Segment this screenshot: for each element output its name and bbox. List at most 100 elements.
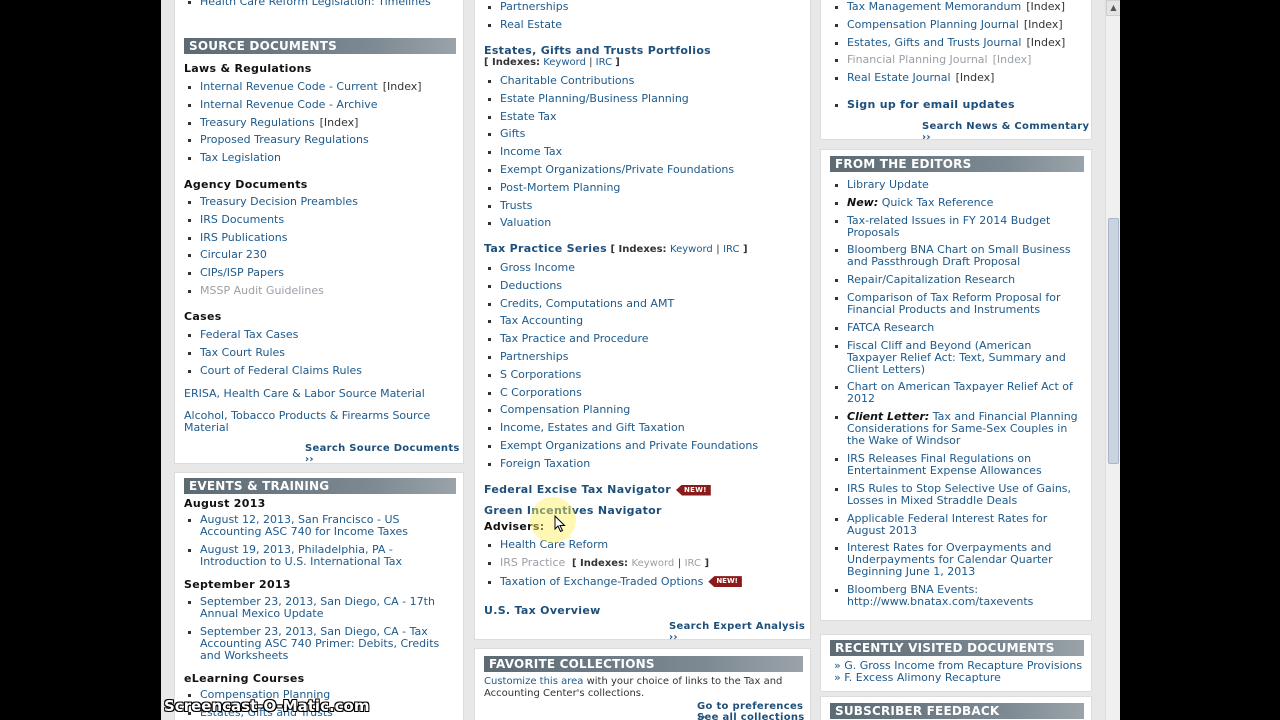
list-item-label[interactable]: Estates, Gifts and Trusts Journal [847,36,1021,49]
list-item-label[interactable]: Treasury Decision Preambles [200,195,358,208]
irs-practice-link[interactable]: IRS Practice [500,556,565,569]
list-item-label[interactable]: Exempt Organizations and Private Foundat… [500,439,758,452]
alcohol-link[interactable]: Alcohol, Tobacco Products & Firearms Sou… [184,410,444,434]
list-item-label[interactable]: Trusts [500,199,532,212]
see-all-collections-link[interactable]: See all collections ›› [697,712,810,720]
list-item-label[interactable]: August 19, 2013, Philadelphia, PA - Intr… [200,543,402,568]
editors-item-label[interactable]: IRS Rules to Stop Selective Use of Gains… [847,482,1071,507]
editors-item-label[interactable]: Fiscal Cliff and Beyond (American Taxpay… [847,339,1066,376]
list-item[interactable]: Exempt Organizations/Private Foundations [485,163,795,176]
us-tax-overview-link[interactable]: U.S. Tax Overview [484,604,601,617]
irc-index-link[interactable]: IRC [596,57,612,68]
editors-item[interactable]: Bloomberg BNA Events: http://www.bnatax.… [832,584,1082,608]
list-item[interactable]: Internal Revenue Code - Archive [185,98,460,111]
list-item[interactable]: Tax Legislation [185,152,460,164]
editors-item-label[interactable]: Interest Rates for Overpayments and Unde… [847,541,1053,578]
editors-item-label[interactable]: IRS Releases Final Regulations on Entert… [847,452,1042,477]
egt-portfolios-title[interactable]: Estates, Gifts and Trusts Portfolios [484,44,711,57]
list-item-label[interactable]: Court of Federal Claims Rules [200,364,362,377]
list-item-label[interactable]: CIPs/ISP Papers [200,266,284,279]
list-item[interactable]: Foreign Taxation [485,457,795,470]
index-link[interactable]: [Index] [383,80,422,93]
editors-item-label[interactable]: Repair/Capitalization Research [847,273,1015,286]
index-link[interactable]: [Index] [993,53,1032,66]
editors-item[interactable]: IRS Rules to Stop Selective Use of Gains… [832,482,1082,507]
index-link[interactable]: [Index] [1026,0,1065,13]
list-item[interactable]: C Corporations [485,386,795,399]
list-item-label[interactable]: Exempt Organizations/Private Foundations [500,163,734,176]
list-item-label[interactable]: Estate Tax [500,110,556,123]
list-item[interactable]: September 23, 2013, San Diego, CA - Tax … [185,625,447,662]
editors-item[interactable]: Library Update [832,179,1082,191]
list-item[interactable]: Partnerships [485,350,795,363]
list-item[interactable]: Internal Revenue Code - Current [Index] [185,81,460,93]
list-item-label[interactable]: Circular 230 [200,248,267,261]
signup-link[interactable]: Sign up for email updates [847,98,1015,111]
list-item-label[interactable]: September 23, 2013, San Diego, CA - 17th… [200,595,435,620]
keyword-index-link[interactable]: Keyword [670,244,713,255]
list-item[interactable]: Estates, Gifts and Trusts Journal [Index] [832,36,1092,49]
list-item[interactable]: Income, Estates and Gift Taxation [485,422,795,434]
list-item-label[interactable]: Valuation [500,216,551,229]
list-item-label[interactable]: Internal Revenue Code - Current [200,80,378,93]
list-item-label[interactable]: Foreign Taxation [500,457,590,470]
list-item[interactable]: Tax Practice and Procedure [485,333,795,345]
list-item-label[interactable]: Partnerships [500,0,568,13]
index-link[interactable]: [Index] [1026,36,1065,49]
list-item-label[interactable]: Deductions [500,279,562,292]
editors-item-label[interactable]: Quick Tax Reference [878,196,994,209]
irc-index-link[interactable]: IRC [685,558,701,569]
list-item[interactable]: Gifts [485,128,795,140]
list-item-label[interactable]: Federal Tax Cases [200,328,298,341]
list-item-label[interactable]: Gifts [500,127,525,140]
list-item[interactable]: Tax Accounting [485,315,795,327]
editors-item[interactable]: FATCA Research [832,321,1082,334]
list-item[interactable]: Valuation [485,217,795,229]
editors-item[interactable]: Interest Rates for Overpayments and Unde… [832,542,1082,578]
editors-item[interactable]: Chart on American Taxpayer Relief Act of… [832,381,1082,405]
list-item-label[interactable]: August 12, 2013, San Francisco - US Acco… [200,513,408,538]
list-item[interactable]: Real Estate Journal [Index] [832,72,1092,84]
erisa-link[interactable]: ERISA, Health Care & Labor Source Materi… [184,388,454,400]
list-item[interactable]: S Corporations [485,368,795,381]
list-item[interactable]: Health Care Reform [485,539,805,551]
list-item[interactable]: IRS Documents [185,213,460,226]
index-link[interactable]: [Index] [1024,18,1063,31]
customize-link[interactable]: Customize this area [484,676,583,687]
editors-item[interactable]: Tax-related Issues in FY 2014 Budget Pro… [832,214,1082,239]
list-item-label[interactable]: MSSP Audit Guidelines [200,284,324,297]
list-item-label[interactable]: Real Estate [500,18,562,31]
tax-practice-series-title[interactable]: Tax Practice Series [484,242,607,255]
search-source-documents-link[interactable]: Search Source Documents ›› [305,443,463,465]
vertical-scrollbar[interactable]: ▲ [1105,0,1120,720]
irc-index-link[interactable]: IRC [723,244,739,255]
list-item-label[interactable]: Real Estate Journal [847,71,951,84]
list-item-label[interactable]: Income Tax [500,145,562,158]
index-link[interactable]: [Index] [320,116,359,129]
list-item[interactable]: IRS Practice [ Indexes: Keyword | IRC ] [485,556,805,570]
list-item[interactable]: Treasury Regulations [Index] [185,116,460,129]
editors-item[interactable]: New: Quick Tax Reference [832,196,1082,209]
list-item[interactable]: Compensation Planning [485,404,795,416]
list-item[interactable]: Tax Management Memorandum [Index] [832,1,1092,13]
list-item[interactable]: Court of Federal Claims Rules [185,364,460,377]
list-item-label[interactable]: Tax Practice and Procedure [500,332,649,345]
scroll-thumb[interactable] [1108,218,1119,464]
search-expert-analysis-link[interactable]: Search Expert Analysis ›› [669,621,810,643]
list-item-label[interactable]: C Corporations [500,386,582,399]
list-item-label[interactable]: IRS Publications [200,231,287,244]
list-item[interactable]: Treasury Decision Preambles [185,196,460,208]
editors-item[interactable]: Applicable Federal Interest Rates for Au… [832,512,1082,537]
list-item-label[interactable]: Tax Management Memorandum [847,0,1021,13]
index-link[interactable]: [Index] [956,71,995,84]
editors-item[interactable]: Client Letter: Tax and Financial Plannin… [832,411,1082,447]
scroll-up-arrow-icon[interactable]: ▲ [1106,0,1120,16]
editors-item-label[interactable]: Bloomberg BNA Events: http://www.bnatax.… [847,583,1033,608]
list-item[interactable]: Real Estate [485,18,785,31]
list-item-label[interactable]: Treasury Regulations [200,116,315,129]
list-item[interactable]: August 12, 2013, San Francisco - US Acco… [185,514,415,538]
list-item[interactable]: Exempt Organizations and Private Foundat… [485,439,795,452]
list-item[interactable]: Proposed Treasury Regulations [185,134,460,146]
list-item[interactable]: August 19, 2013, Philadelphia, PA - Intr… [185,543,415,568]
list-item[interactable]: Tax Court Rules [185,346,460,359]
